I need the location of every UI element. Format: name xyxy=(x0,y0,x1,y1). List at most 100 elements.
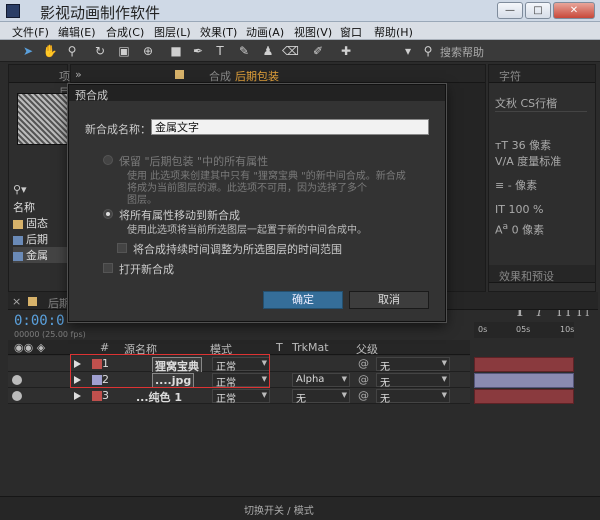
pan-behind-tool-icon[interactable]: ⊕ xyxy=(140,43,156,59)
rotate-tool-icon[interactable]: ↻ xyxy=(92,43,108,59)
ruler-tick-label: 0s xyxy=(478,325,488,334)
ruler-tick-label: 05s xyxy=(516,325,531,334)
tab-effects-presets[interactable]: 效果和预设 xyxy=(499,268,554,284)
move-attributes-radio[interactable] xyxy=(103,209,113,219)
search-help-label[interactable]: 搜索帮助 xyxy=(440,44,484,60)
open-new-comp-checkbox[interactable] xyxy=(103,263,113,273)
pickwhip-icon[interactable]: @ xyxy=(358,357,369,370)
menu-composition[interactable]: 合成(C) xyxy=(106,24,144,40)
pen-tool-icon[interactable]: ✒ xyxy=(190,43,206,59)
eraser-tool-icon[interactable]: ⌫ xyxy=(282,43,299,59)
cancel-button[interactable]: 取消 xyxy=(349,291,429,309)
column-trkmat[interactable]: TrkMat xyxy=(292,341,329,354)
project-column-name[interactable]: 名称 xyxy=(13,199,73,215)
open-new-comp-label: 打开新合成 xyxy=(119,263,174,276)
av-switches-icon[interactable]: ◉◉ ◈ xyxy=(14,341,45,354)
character-tabbar: 字符 xyxy=(489,65,595,83)
visibility-eye-icon[interactable] xyxy=(12,375,22,385)
layer-track-bar[interactable] xyxy=(474,389,574,404)
selection-tool-icon[interactable]: ➤ xyxy=(20,43,36,59)
toggle-switches-modes[interactable]: 切换开关 / 模式 xyxy=(244,502,314,517)
parent-select[interactable]: 无 xyxy=(376,389,450,405)
menu-window[interactable]: 窗口 xyxy=(340,24,362,40)
trkmat-select[interactable]: 无 xyxy=(292,389,350,405)
close-button[interactable]: ✕ xyxy=(553,2,595,19)
vertical-scale-value[interactable]: IT 100 % xyxy=(495,203,543,216)
label-color-icon[interactable] xyxy=(92,391,102,401)
expand-icon[interactable] xyxy=(74,392,81,400)
menu-view[interactable]: 视图(V) xyxy=(294,24,332,40)
project-item[interactable]: 固态 xyxy=(13,215,73,231)
composition-color-icon xyxy=(175,70,184,79)
new-comp-name-input[interactable] xyxy=(151,119,429,135)
menu-effect[interactable]: 效果(T) xyxy=(200,24,237,40)
project-panel: 项目 ⚲▾ 名称 固态 后期 金属 xyxy=(8,64,73,292)
tab-comp-prefix[interactable]: 合成 xyxy=(209,68,231,84)
trkmat-select[interactable]: Alpha xyxy=(292,373,350,387)
workspace-dropdown-icon[interactable]: ▾ xyxy=(400,43,416,59)
layer-name[interactable]: ...纯色 1 xyxy=(136,389,182,405)
menu-layer[interactable]: 图层(L) xyxy=(154,24,191,40)
precompose-dialog: 预合成 新合成名称： 保留 "后期包装 "中的所有属性 使用 此选项来创建其中只… xyxy=(68,84,446,322)
visibility-eye-icon[interactable] xyxy=(12,391,22,401)
selection-highlight xyxy=(70,354,270,388)
parent-select[interactable]: 无 xyxy=(376,357,450,373)
project-item[interactable]: 金属 xyxy=(13,247,73,263)
character-panel: 字符 文秋 CS行楷 ᴛT 36 像素 V/A 度量标准 ≡ - 像素 IT 1… xyxy=(488,64,596,320)
parent-select[interactable]: 无 xyxy=(376,373,450,389)
title-bar: 影视动画制作软件 — □ ✕ xyxy=(0,0,600,22)
menu-animation[interactable]: 动画(A) xyxy=(246,24,284,40)
search-icon[interactable]: ⚲ xyxy=(420,43,436,59)
ok-button[interactable]: 确定 xyxy=(263,291,343,309)
zoom-tool-icon[interactable]: ⚲ xyxy=(64,43,80,59)
panel-menu-icon[interactable]: » xyxy=(75,68,82,81)
kerning-value[interactable]: V/A 度量标准 xyxy=(495,153,561,169)
tab-timeline[interactable]: 后期 xyxy=(48,295,70,311)
baseline-shift-value[interactable]: Aa 0 像素 xyxy=(495,221,544,238)
menu-file[interactable]: 文件(F) xyxy=(12,24,49,40)
effects-tabbar: 效果和预设 xyxy=(489,265,595,283)
current-timecode[interactable]: 0:00:0 xyxy=(14,313,65,329)
maximize-button[interactable]: □ xyxy=(525,2,551,19)
window-title: 影视动画制作软件 xyxy=(40,4,161,22)
composition-icon xyxy=(13,235,23,245)
time-ruler[interactable]: 0s 05s 10s xyxy=(474,322,574,338)
column-preserve-transparency[interactable]: T xyxy=(276,341,283,354)
table-row[interactable]: 3 ...纯色 1 正常 无 @ 无 xyxy=(8,388,470,405)
blend-mode-select[interactable]: 正常 xyxy=(212,389,270,405)
roto-brush-tool-icon[interactable]: ✐ xyxy=(310,43,326,59)
rectangle-tool-icon[interactable]: ■ xyxy=(168,43,184,59)
puppet-pin-tool-icon[interactable]: ✚ xyxy=(338,43,354,59)
pickwhip-icon[interactable]: @ xyxy=(358,389,369,402)
menu-edit[interactable]: 编辑(E) xyxy=(58,24,96,40)
camera-tool-icon[interactable]: ▣ xyxy=(116,43,132,59)
tools-toolbar: ➤ ✋ ⚲ ↻ ▣ ⊕ ■ ✒ T ✎ ♟ ⌫ ✐ ✚ ▾ ⚲ 搜索帮助 xyxy=(0,40,600,62)
status-bar: 切换开关 / 模式 xyxy=(0,496,600,520)
brush-tool-icon[interactable]: ✎ xyxy=(236,43,252,59)
composition-tabbar: » 合成 后期包装 xyxy=(71,65,485,83)
layer-track-bar[interactable] xyxy=(474,357,574,372)
stroke-width-value[interactable]: ≡ - 像素 xyxy=(495,177,537,193)
layer-number: 3 xyxy=(102,389,109,402)
frame-rate: 00000 (25.00 fps) xyxy=(14,330,86,339)
leave-attributes-radio[interactable] xyxy=(103,155,113,165)
pickwhip-icon[interactable]: @ xyxy=(358,373,369,386)
column-parent[interactable]: 父级 xyxy=(356,341,378,357)
text-tool-icon[interactable]: T xyxy=(212,43,228,59)
column-number[interactable]: # xyxy=(100,341,109,354)
menu-help[interactable]: 帮助(H) xyxy=(374,24,413,40)
hand-tool-icon[interactable]: ✋ xyxy=(42,43,58,59)
layer-track-bar[interactable] xyxy=(474,373,574,388)
tab-character[interactable]: 字符 xyxy=(499,68,521,84)
adjust-duration-checkbox[interactable] xyxy=(117,243,127,253)
font-size-value[interactable]: ᴛT 36 像素 xyxy=(495,137,551,153)
project-search-icon[interactable]: ⚲▾ xyxy=(13,183,73,199)
minimize-button[interactable]: — xyxy=(497,2,523,19)
clone-stamp-tool-icon[interactable]: ♟ xyxy=(260,43,276,59)
close-tab-icon[interactable]: × xyxy=(12,295,21,308)
font-family-select[interactable]: 文秋 CS行楷 xyxy=(495,95,587,112)
tab-composition[interactable]: 后期包装 xyxy=(235,68,279,84)
menu-bar: 文件(F) 编辑(E) 合成(C) 图层(L) 效果(T) 动画(A) 视图(V… xyxy=(0,22,600,40)
project-item[interactable]: 后期 xyxy=(13,231,73,247)
project-tabbar: 项目 xyxy=(9,65,70,99)
